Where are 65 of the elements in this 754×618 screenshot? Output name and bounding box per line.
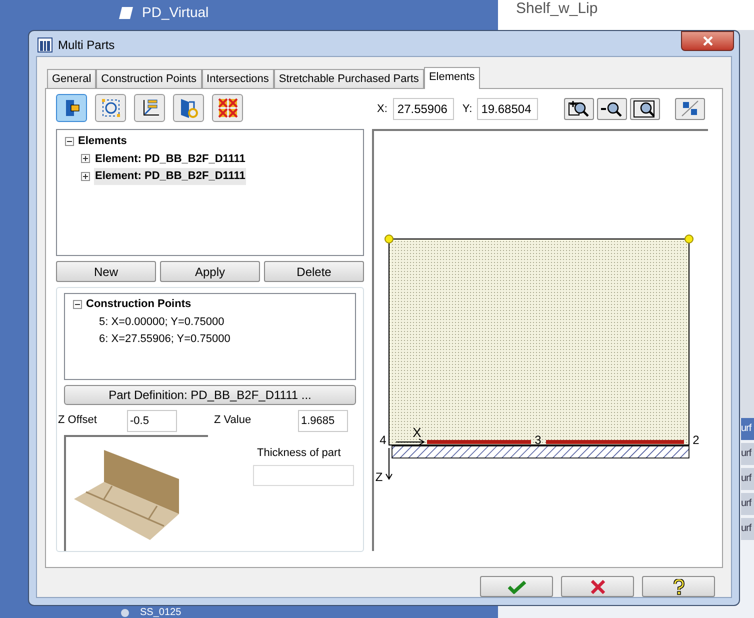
tab[interactable]: Intersections	[202, 69, 274, 88]
swap-icon	[680, 100, 700, 118]
zoom-tool-button[interactable]	[564, 98, 594, 120]
grid-delete-icon	[216, 97, 238, 119]
plus-icon	[83, 174, 88, 179]
point-label: 2	[692, 433, 700, 447]
tree-label[interactable]: Construction Points	[86, 296, 192, 312]
input-field[interactable]: 19.68504	[477, 98, 538, 120]
collapse-toggle[interactable]	[65, 136, 74, 146]
field-label: Z Offset	[58, 413, 98, 428]
minus-icon	[75, 302, 80, 307]
input-field[interactable]: -0.5	[127, 410, 177, 432]
list-item[interactable]: urf	[741, 443, 754, 465]
list-item[interactable]: urf	[741, 493, 754, 515]
part-definition-button[interactable]: Part Definition: PD_BB_B2F_D1111 ...	[64, 384, 356, 406]
checkmark-icon	[508, 580, 526, 594]
input-field[interactable]: 27.55906	[393, 98, 454, 120]
zoom-fit-icon	[633, 99, 658, 119]
list-item[interactable]: urf	[741, 418, 754, 440]
tree-item[interactable]: Element: PD_BB_B2F_D1111	[94, 150, 246, 167]
expand-toggle[interactable]	[81, 172, 90, 181]
point-label: 4	[380, 433, 386, 447]
tab[interactable]: Stretchable Purchased Parts	[274, 69, 424, 88]
close-icon	[702, 36, 712, 46]
point-label: 3	[534, 433, 542, 447]
ok-button[interactable]	[480, 576, 553, 597]
help-icon	[672, 578, 684, 594]
field-label: Thickness of part	[256, 446, 342, 461]
collapse-toggle[interactable]	[73, 300, 82, 309]
input-field[interactable]	[253, 464, 354, 486]
toolbar-button[interactable]	[134, 94, 165, 122]
list-item[interactable]: urf	[741, 468, 754, 490]
list-item[interactable]: urf	[741, 518, 754, 540]
panel-title: Shelf_w_Lip	[516, 0, 598, 17]
tab[interactable]: Elements	[424, 67, 480, 89]
tree-item[interactable]: 5: X=0.00000; Y=0.75000	[99, 314, 224, 330]
tree-item[interactable]: SS_0125	[140, 607, 182, 618]
coord-label: X:	[377, 102, 388, 117]
axis-label: Z	[375, 470, 383, 484]
tree-item[interactable]: 6: X=27.55906; Y=0.75000	[99, 331, 230, 348]
window-icon	[37, 36, 53, 52]
minus-icon	[67, 138, 72, 144]
close-icon	[590, 580, 604, 594]
cancel-button[interactable]	[561, 576, 634, 597]
tree-label[interactable]: Elements	[78, 133, 127, 150]
help-button[interactable]	[642, 576, 715, 597]
input-field[interactable]: 1.9685	[298, 410, 348, 432]
plus-icon	[83, 156, 88, 162]
tab[interactable]: Construction Points	[96, 69, 202, 88]
action-button[interactable]: New	[56, 261, 156, 282]
action-button[interactable]: Apply	[160, 261, 260, 282]
tab[interactable]: General	[47, 69, 96, 88]
close-button[interactable]	[681, 31, 734, 51]
field-label: Z Value	[214, 413, 252, 428]
tree-item[interactable]: Element: PD_BB_B2F_D1111	[94, 168, 246, 184]
window-title: Multi Parts	[58, 36, 115, 54]
shape-icon	[118, 6, 134, 20]
axis-label: X	[412, 425, 422, 440]
action-button[interactable]: Delete	[264, 261, 364, 282]
zoom-tool-button[interactable]	[597, 98, 628, 120]
zoom-in-icon	[567, 99, 592, 119]
coord-label: Y:	[462, 102, 472, 117]
expand-toggle[interactable]	[81, 154, 90, 164]
zoom-tool-button[interactable]	[630, 98, 660, 120]
tree-item[interactable]: PD_Virtual	[142, 2, 209, 23]
